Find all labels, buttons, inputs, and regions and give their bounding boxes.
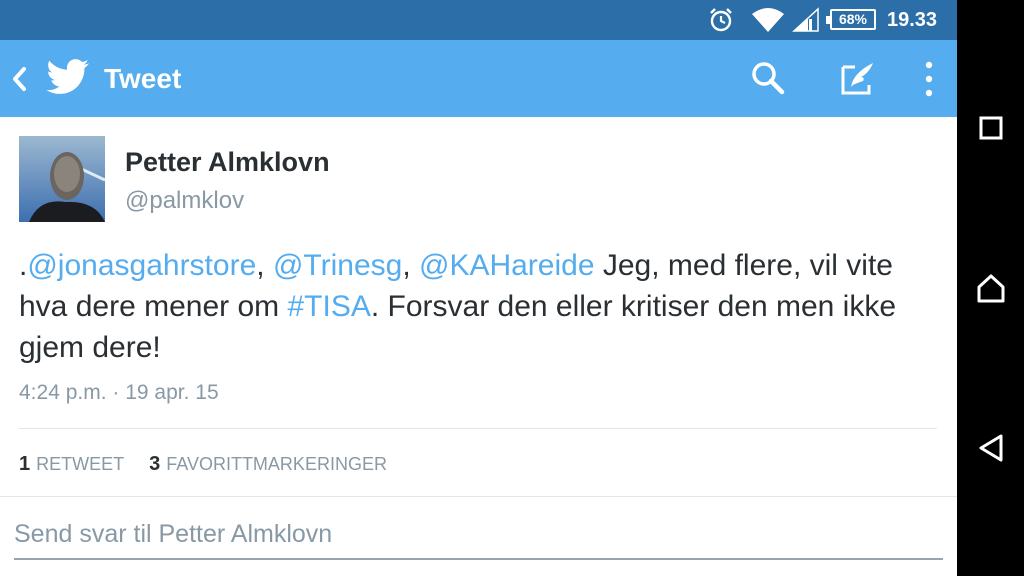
tweet-text-segment: , [402,249,419,282]
battery-percent: 68% [838,11,868,27]
mention-link[interactable]: @KAHareide [419,249,595,282]
avatar[interactable] [19,136,105,222]
home-icon[interactable] [957,258,1024,318]
author-handle[interactable]: @palmklov [125,187,244,215]
tweet-detail: Petter Almklovn @palmklov .@jonasgahrsto… [0,117,957,576]
alarm-icon [707,0,735,40]
mention-link[interactable]: @Trinesg [273,249,402,282]
back-icon[interactable] [8,62,30,101]
favorite-count: 3 [149,453,161,475]
tweet-timestamp: 4:24 p.m. · 19 apr. 15 [19,381,219,404]
search-icon[interactable] [750,60,786,101]
app-screen: 68% 19.33 Tweet Petter Almklovn @palmklo… [0,0,957,576]
battery-icon: 68% [826,9,876,30]
author-name[interactable]: Petter Almklovn [125,147,330,178]
divider [19,428,937,429]
hashtag-link[interactable]: #TISA [287,290,370,323]
status-time: 19.33 [887,9,938,31]
favorite-label: FAVORITTMARKERINGER [166,454,387,474]
reply-input[interactable] [14,510,943,560]
retweet-stat[interactable]: 1 RETWEET [19,453,124,476]
status-bar: 68% 19.33 [0,0,957,40]
compose-icon[interactable] [839,59,877,102]
action-bar: Tweet [0,40,957,117]
navigation-bar [957,0,1024,576]
overflow-menu-icon[interactable] [918,60,940,103]
mention-link[interactable]: @jonasgahrstore [27,249,256,282]
back-nav-icon[interactable] [957,418,1024,478]
favorite-stat[interactable]: 3 FAVORITTMARKERINGER [149,453,387,476]
twitter-bird-icon [46,59,90,100]
tweet-text-segment: , [256,249,273,282]
tweet-text: .@jonasgahrstore, @Trinesg, @KAHareide J… [19,245,949,368]
recent-apps-icon[interactable] [957,98,1024,158]
tweet-stats: 1 RETWEET 3 FAVORITTMARKERINGER [19,453,407,476]
divider [0,496,957,497]
retweet-label: RETWEET [36,454,125,474]
retweet-count: 1 [19,453,31,475]
wifi-icon [751,0,785,40]
signal-icon [792,0,820,40]
page-title: Tweet [104,63,182,94]
